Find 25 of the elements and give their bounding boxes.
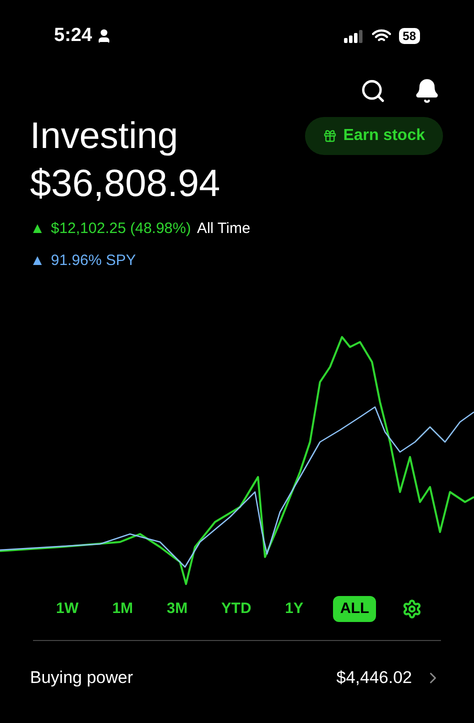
range-tab[interactable]: 3M bbox=[162, 596, 192, 622]
range-tab[interactable]: 1W bbox=[52, 596, 82, 622]
up-arrow-icon: ▲ bbox=[30, 250, 45, 272]
signal-icon bbox=[344, 30, 364, 42]
gift-icon bbox=[323, 129, 338, 143]
portfolio-balance: $36,808.94 bbox=[30, 162, 220, 207]
change-value: $12,102.25 (48.98%) bbox=[50, 219, 191, 239]
up-arrow-icon: ▲ bbox=[30, 218, 45, 240]
range-tab[interactable]: 1M bbox=[108, 596, 138, 622]
person-icon bbox=[96, 28, 112, 44]
settings-icon[interactable] bbox=[402, 599, 422, 619]
earn-stock-button[interactable]: Earn stock bbox=[305, 117, 443, 155]
change-value: 91.96% SPY bbox=[50, 250, 136, 270]
bell-icon[interactable] bbox=[414, 78, 440, 104]
buying-power-label: Buying power bbox=[30, 667, 134, 690]
range-tab[interactable]: ALL bbox=[333, 596, 376, 622]
clock-time: 5:24 bbox=[54, 24, 92, 48]
buying-power-value: $4,446.02 bbox=[336, 667, 412, 690]
range-tab[interactable]: 1Y bbox=[281, 596, 308, 622]
range-tab[interactable]: YTD bbox=[217, 596, 256, 622]
search-icon[interactable] bbox=[360, 78, 386, 104]
wifi-icon bbox=[372, 29, 391, 43]
page-title: Investing bbox=[30, 114, 180, 158]
battery-level: 58 bbox=[398, 28, 420, 44]
change-period: All Time bbox=[196, 219, 250, 239]
